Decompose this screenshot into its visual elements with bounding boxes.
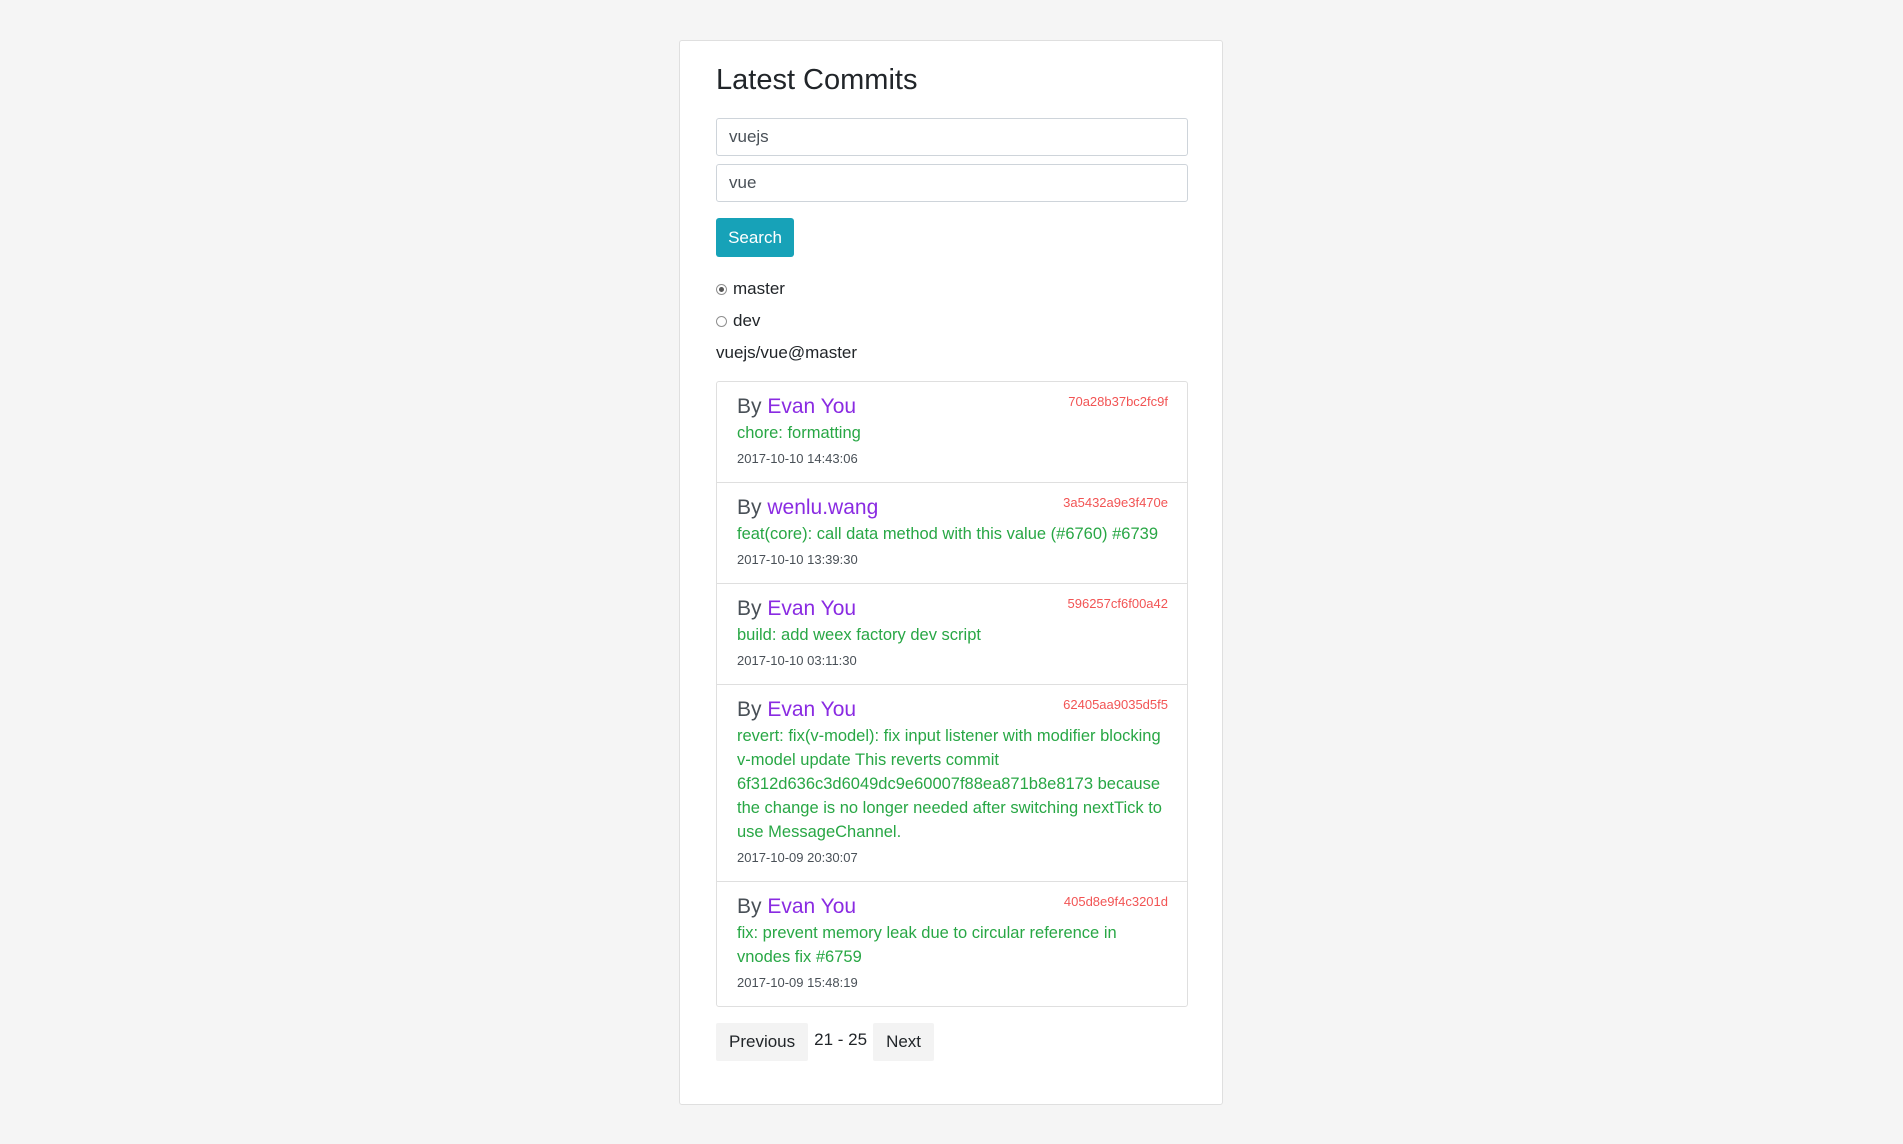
commit-author-link[interactable]: wenlu.wang xyxy=(767,496,878,519)
commit-message: chore: formatting xyxy=(737,424,861,442)
commit-author-link[interactable]: Evan You xyxy=(767,698,856,721)
commit-date: 2017-10-10 14:43:06 xyxy=(737,451,858,466)
page-range: 21 - 25 xyxy=(814,1030,868,1049)
commit-date: 2017-10-09 20:30:07 xyxy=(737,850,858,865)
commit-author-link[interactable]: Evan You xyxy=(767,597,856,620)
commits-card: Latest Commits Search master dev vuejs/v… xyxy=(679,40,1223,1105)
commit-date: 2017-10-09 15:48:19 xyxy=(737,975,858,990)
commit-item: By Evan You 62405aa9035d5f5 revert: fix(… xyxy=(717,684,1187,881)
commit-sha-link[interactable]: 70a28b37bc2fc9f xyxy=(1068,394,1168,409)
branch-option-master[interactable]: master xyxy=(716,277,1187,301)
commit-message: fix: prevent memory leak due to circular… xyxy=(737,924,1117,966)
radio-dev[interactable] xyxy=(716,315,727,327)
by-prefix: By xyxy=(737,496,768,519)
commit-message: revert: fix(v-model): fix input listener… xyxy=(737,727,1162,841)
branch-radio-group: master dev xyxy=(716,277,1187,333)
commit-message: build: add weex factory dev script xyxy=(737,626,981,644)
commit-date: 2017-10-10 13:39:30 xyxy=(737,552,858,567)
commit-list: By Evan You 70a28b37bc2fc9f chore: forma… xyxy=(716,381,1188,1007)
commit-author-link[interactable]: Evan You xyxy=(767,395,856,418)
owner-input[interactable] xyxy=(716,118,1188,156)
page-title: Latest Commits xyxy=(716,64,918,96)
search-button[interactable]: Search xyxy=(716,218,794,257)
commit-item: By Evan You 405d8e9f4c3201d fix: prevent… xyxy=(717,881,1187,1006)
commit-sha-link[interactable]: 405d8e9f4c3201d xyxy=(1064,894,1168,909)
by-prefix: By xyxy=(737,597,768,620)
by-prefix: By xyxy=(737,698,768,721)
next-button[interactable]: Next xyxy=(873,1023,935,1061)
branch-label: master xyxy=(733,279,785,298)
commit-sha-link[interactable]: 3a5432a9e3f470e xyxy=(1063,495,1168,510)
commit-item: By Evan You 70a28b37bc2fc9f chore: forma… xyxy=(717,382,1187,482)
previous-button[interactable]: Previous xyxy=(716,1023,809,1061)
commit-message: feat(core): call data method with this v… xyxy=(737,525,1158,543)
commit-item: By wenlu.wang 3a5432a9e3f470e feat(core)… xyxy=(717,482,1187,583)
radio-master[interactable] xyxy=(716,283,727,295)
branch-option-dev[interactable]: dev xyxy=(716,309,1187,333)
commit-sha-link[interactable]: 596257cf6f00a42 xyxy=(1068,596,1168,611)
commit-item: By Evan You 596257cf6f00a42 build: add w… xyxy=(717,583,1187,684)
pagination: Previous 21 - 25 Next xyxy=(716,1023,1187,1061)
commit-date: 2017-10-10 03:11:30 xyxy=(737,653,857,668)
repo-input[interactable] xyxy=(716,164,1188,202)
by-prefix: By xyxy=(737,895,768,918)
branch-label: dev xyxy=(733,311,761,330)
current-repo-branch: vuejs/vue@master xyxy=(716,343,858,362)
commit-sha-link[interactable]: 62405aa9035d5f5 xyxy=(1063,697,1168,712)
commit-author-link[interactable]: Evan You xyxy=(767,895,856,918)
by-prefix: By xyxy=(737,395,768,418)
